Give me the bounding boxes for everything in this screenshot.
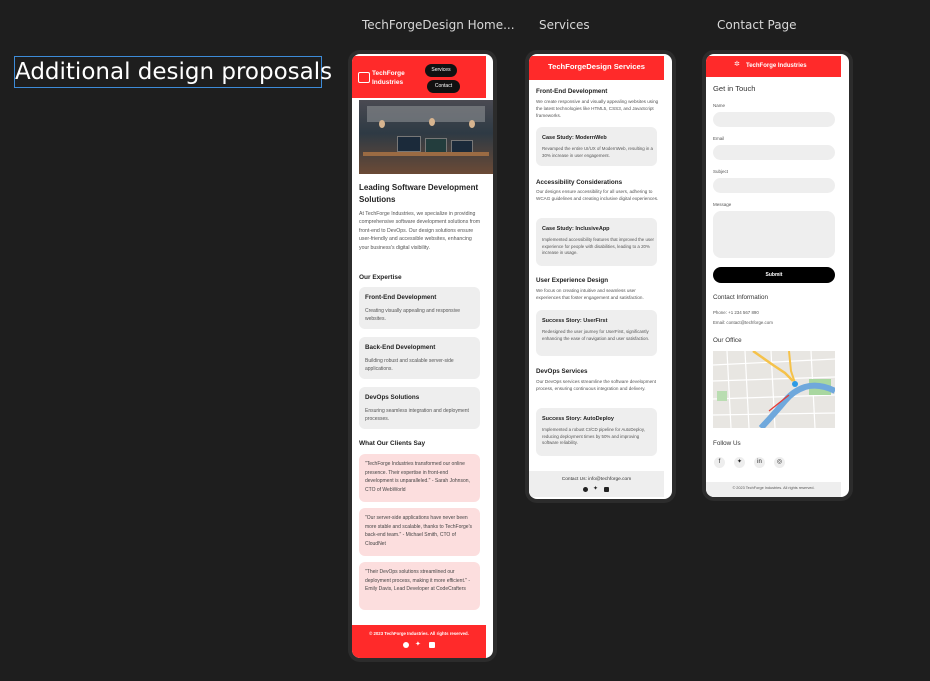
- email-field[interactable]: [713, 145, 835, 160]
- linkedin-icon[interactable]: [429, 642, 435, 648]
- service-card-text: Implemented accessibility features that …: [542, 237, 655, 255]
- map-graphic: [713, 351, 835, 428]
- home-footer: © 2023 TechForge Industries. All rights …: [352, 625, 486, 658]
- office-map[interactable]: [713, 351, 835, 428]
- info-heading: Contact Information: [713, 294, 768, 301]
- expertise-heading: Our Expertise: [359, 274, 402, 281]
- service-card: Case Study: ModernWeb Revamped the entir…: [536, 127, 657, 166]
- service-card: Case Study: InclusiveApp Implemented acc…: [536, 218, 657, 266]
- services-frame[interactable]: TechForgeDesign Services Front-End Devel…: [525, 50, 676, 503]
- service-title: User Experience Design: [536, 277, 609, 284]
- service-card-title: Success Story: UserFirst: [542, 318, 608, 324]
- expertise-text: Creating visually appealing and responsi…: [365, 308, 461, 322]
- message-label: Message: [713, 202, 732, 207]
- service-card: Success Story: AutoDeploy Implemented a …: [536, 408, 657, 456]
- frame-label-services[interactable]: Services: [539, 18, 590, 32]
- home-screen: TechForge Industries Services Contact Le…: [352, 54, 493, 658]
- office-heading: Our Office: [713, 337, 742, 344]
- expertise-card: DevOps Solutions Ensuring seamless integ…: [359, 387, 480, 429]
- clients-heading: What Our Clients Say: [359, 440, 426, 447]
- message-field[interactable]: [713, 211, 835, 258]
- canvas-title[interactable]: Additional design proposals: [14, 56, 332, 88]
- facebook-icon[interactable]: f: [714, 457, 725, 468]
- testimonial-text: "TechForge Industries transformed our on…: [365, 461, 470, 493]
- service-title: Accessibility Considerations: [536, 179, 623, 186]
- testimonial-card: "Their DevOps solutions streamlined our …: [359, 562, 480, 610]
- testimonial-text: "Their DevOps solutions streamlined our …: [365, 569, 471, 592]
- contact-heading: Get in Touch: [713, 84, 756, 93]
- service-card-title: Case Study: ModernWeb: [542, 135, 607, 141]
- linkedin-icon[interactable]: in: [754, 457, 765, 468]
- contact-brand: TechForge Industries: [746, 63, 807, 69]
- logo-icon: [358, 72, 370, 83]
- hero-title: Leading Software Development Solutions: [359, 183, 479, 204]
- twitter-icon[interactable]: ✦: [593, 485, 598, 492]
- submit-button[interactable]: Submit: [713, 267, 835, 283]
- home-brand: TechForge Industries: [372, 70, 405, 86]
- email-label: Email: [713, 136, 725, 141]
- contact-email: Email: contact@techforge.com: [713, 320, 773, 325]
- frame-label-contact[interactable]: Contact Page: [717, 18, 797, 32]
- expertise-text: Ensuring seamless integration and deploy…: [365, 408, 469, 422]
- nav-contact-button[interactable]: Contact: [427, 80, 460, 93]
- service-card-text: Revamped the entire UI/UX of ModernWeb, …: [542, 146, 653, 158]
- services-header-title: TechForgeDesign Services: [548, 62, 645, 71]
- services-screen: TechForgeDesign Services Front-End Devel…: [529, 54, 672, 499]
- expertise-card: Front-End Development Creating visually …: [359, 287, 480, 329]
- twitter-icon[interactable]: ✦: [415, 640, 421, 648]
- service-card-text: Redesigned the user journey for UserFirs…: [542, 329, 650, 341]
- logo-icon: ✲: [734, 61, 740, 68]
- contact-header: ✲ TechForge Industries: [706, 56, 841, 77]
- services-footer-contact: Contact Us: info@techforge.com: [561, 477, 632, 482]
- service-card-title: Case Study: InclusiveApp: [542, 226, 610, 232]
- expertise-card: Back-End Development Building robust and…: [359, 337, 480, 379]
- service-title: DevOps Services: [536, 368, 588, 375]
- contact-screen: ✲ TechForge Industries Get in Touch Name…: [706, 54, 849, 497]
- instagram-icon[interactable]: ◎: [774, 457, 785, 468]
- subject-field[interactable]: [713, 178, 835, 193]
- testimonial-card: "Our server-side applications have never…: [359, 508, 480, 556]
- home-footer-text: © 2023 TechForge Industries. All rights …: [369, 631, 469, 636]
- service-text: Our designs ensure accessibility for all…: [536, 189, 659, 201]
- testimonial-text: "Our server-side applications have never…: [365, 515, 473, 547]
- service-text: We create responsive and visually appeal…: [536, 99, 659, 118]
- services-footer: Contact Us: info@techforge.com ✦: [529, 471, 664, 497]
- expertise-title: Back-End Development: [365, 344, 436, 351]
- hero-image: [359, 100, 493, 174]
- subject-label: Subject: [713, 169, 729, 174]
- expertise-title: DevOps Solutions: [365, 394, 420, 401]
- frame-label-home[interactable]: TechForgeDesign Home...: [362, 18, 515, 32]
- testimonial-card: "TechForge Industries transformed our on…: [359, 454, 480, 502]
- name-label: Name: [713, 103, 726, 108]
- service-title: Front-End Development: [536, 88, 608, 95]
- service-card-text: Implemented a robust CI/CD pipeline for …: [542, 427, 645, 445]
- home-header: TechForge Industries Services Contact: [352, 56, 486, 98]
- follow-heading: Follow Us: [713, 440, 741, 447]
- twitter-icon[interactable]: ✦: [734, 457, 745, 468]
- service-card-title: Success Story: AutoDeploy: [542, 416, 614, 422]
- contact-frame[interactable]: ✲ TechForge Industries Get in Touch Name…: [702, 50, 853, 501]
- service-text: We focus on creating intuitive and seaml…: [536, 288, 644, 300]
- hero-text: At TechForge Industries, we specialize i…: [359, 211, 481, 251]
- linkedin-icon[interactable]: [604, 487, 609, 492]
- facebook-icon[interactable]: [583, 487, 588, 492]
- services-header: TechForgeDesign Services: [529, 56, 664, 80]
- service-text: Our DevOps services streamline the softw…: [536, 379, 656, 391]
- expertise-text: Building robust and scalable server-side…: [365, 358, 454, 372]
- nav-services-button[interactable]: Services: [425, 64, 457, 77]
- contact-phone: Phone: +1 234 567 890: [713, 310, 759, 315]
- facebook-icon[interactable]: [403, 642, 409, 648]
- contact-footer-text: © 2023 TechForge Industries. All rights …: [732, 486, 815, 490]
- contact-footer: © 2023 TechForge Industries. All rights …: [706, 482, 841, 497]
- expertise-title: Front-End Development: [365, 294, 437, 301]
- name-field[interactable]: [713, 112, 835, 127]
- service-card: Success Story: UserFirst Redesigned the …: [536, 310, 657, 356]
- home-frame[interactable]: TechForge Industries Services Contact Le…: [348, 50, 497, 662]
